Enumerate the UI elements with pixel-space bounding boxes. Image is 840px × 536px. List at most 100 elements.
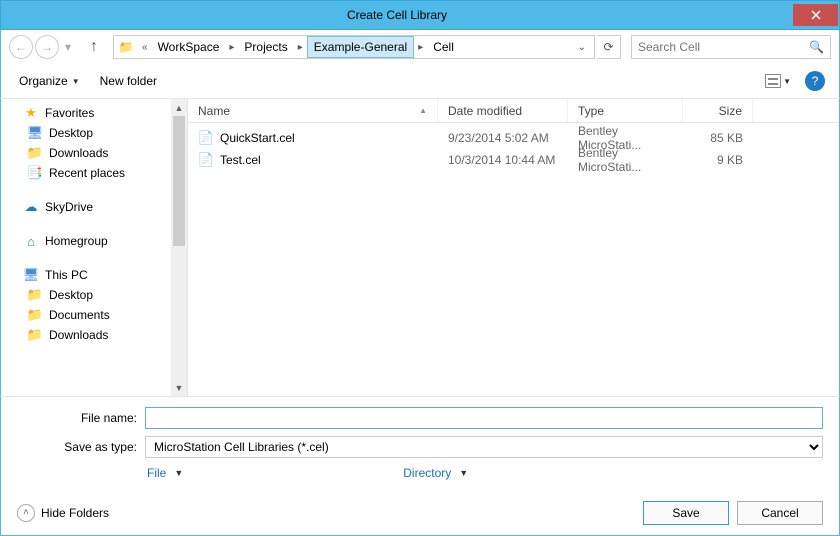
scroll-thumb[interactable] (173, 116, 185, 246)
chevron-down-icon: ▼ (783, 77, 791, 86)
save-type-label: Save as type: (17, 440, 137, 454)
addressbar[interactable]: 📁 « WorkSpace ▸ Projects ▸ Example-Gener… (113, 35, 595, 59)
organize-label: Organize (19, 74, 68, 88)
breadcrumb-example-general[interactable]: Example-General (307, 36, 414, 58)
star-icon: ★ (23, 105, 39, 121)
directory-menu-link[interactable]: Directory ▼ (403, 466, 468, 480)
tree-label: Desktop (49, 126, 93, 140)
file-name-input[interactable] (145, 407, 823, 429)
chevron-up-icon: ˄ (17, 504, 35, 522)
chevron-down-icon: ▼ (72, 77, 80, 86)
nav-tree: ★ Favorites 🖥 Desktop 📁 Downloads 📑 Rece… (1, 99, 171, 396)
forward-button[interactable]: → (35, 35, 59, 59)
save-button[interactable]: Save (643, 501, 729, 525)
breadcrumb-chevron[interactable]: ▸ (294, 36, 307, 58)
tree-label: Downloads (49, 328, 108, 342)
main-area: ★ Favorites 🖥 Desktop 📁 Downloads 📑 Rece… (0, 98, 840, 396)
tree-homegroup[interactable]: ⌂ Homegroup (9, 231, 171, 251)
tree-label: Favorites (45, 106, 94, 120)
breadcrumb-projects[interactable]: Projects (238, 36, 293, 58)
recent-icon: 📑 (27, 165, 43, 181)
pc-icon: 🖥 (23, 267, 39, 283)
folder-icon: 📁 (27, 287, 43, 303)
column-header-name[interactable]: Name ▲ (188, 99, 438, 122)
searchbox[interactable]: 🔍 (631, 35, 831, 59)
folder-icon: 📁 (27, 327, 43, 343)
tree-label: Documents (49, 308, 110, 322)
scroll-track[interactable] (171, 116, 187, 379)
address-dropdown-button[interactable]: ⌄ (570, 42, 594, 53)
tree-favorites[interactable]: ★ Favorites (9, 103, 171, 123)
file-row[interactable]: 📄 QuickStart.cel 9/23/2014 5:02 AM Bentl… (188, 127, 839, 149)
homegroup-icon: ⌂ (23, 233, 39, 249)
breadcrumb-chevron[interactable]: ▸ (225, 36, 238, 58)
file-rows: 📄 QuickStart.cel 9/23/2014 5:02 AM Bentl… (188, 123, 839, 396)
file-date: 9/23/2014 5:02 AM (438, 131, 568, 145)
tree-label: Desktop (49, 288, 93, 302)
file-name-label: File name: (17, 411, 137, 425)
titlebar: Create Cell Library (0, 0, 840, 30)
file-list-header: Name ▲ Date modified Type Size (188, 99, 839, 123)
up-button[interactable]: ↑ (83, 36, 105, 58)
column-header-date[interactable]: Date modified (438, 99, 568, 122)
organize-button[interactable]: Organize ▼ (9, 70, 90, 92)
close-button[interactable] (793, 4, 838, 26)
scroll-down-button[interactable]: ▼ (171, 379, 187, 396)
column-header-type[interactable]: Type (568, 99, 683, 122)
folder-icon: 📁 (27, 307, 43, 323)
file-name: Test.cel (220, 153, 261, 167)
file-date: 10/3/2014 10:44 AM (438, 153, 568, 167)
tree-scrollbar[interactable]: ▲ ▼ (171, 99, 188, 396)
chevron-down-icon: ▼ (174, 468, 183, 478)
save-type-select[interactable]: MicroStation Cell Libraries (*.cel) (145, 436, 823, 458)
new-folder-button[interactable]: New folder (90, 70, 167, 92)
tree-pc-downloads[interactable]: 📁 Downloads (9, 325, 171, 345)
file-row[interactable]: 📄 Test.cel 10/3/2014 10:44 AM Bentley Mi… (188, 149, 839, 171)
help-button[interactable]: ? (805, 71, 825, 91)
breadcrumb-chevron[interactable]: ▸ (414, 36, 427, 58)
column-header-size[interactable]: Size (683, 99, 753, 122)
form-area: File name: Save as type: MicroStation Ce… (0, 396, 840, 490)
file-list-area: Name ▲ Date modified Type Size 📄 QuickSt… (188, 99, 839, 396)
cancel-button[interactable]: Cancel (737, 501, 823, 525)
tree-desktop[interactable]: 🖥 Desktop (9, 123, 171, 143)
tree-label: Recent places (49, 166, 125, 180)
view-button[interactable]: ▼ (761, 72, 795, 90)
file-icon: 📄 (198, 130, 214, 146)
tree-downloads[interactable]: 📁 Downloads (9, 143, 171, 163)
history-dropdown-button[interactable]: ▾ (61, 35, 75, 59)
tree-thispc[interactable]: 🖥 This PC (9, 265, 171, 285)
breadcrumb-chevron[interactable]: « (138, 36, 152, 58)
cloud-icon: ☁ (23, 199, 39, 215)
file-name: QuickStart.cel (220, 131, 295, 145)
breadcrumb-cell[interactable]: Cell (427, 36, 460, 58)
file-menu-link[interactable]: File ▼ (147, 466, 183, 480)
file-size: 85 KB (683, 131, 753, 145)
tree-label: This PC (45, 268, 88, 282)
breadcrumb-workspace[interactable]: WorkSpace (152, 36, 226, 58)
tree-skydrive[interactable]: ☁ SkyDrive (9, 197, 171, 217)
search-icon: 🔍 (809, 40, 824, 54)
file-type: Bentley MicroStati... (568, 146, 683, 174)
back-button[interactable]: ← (9, 35, 33, 59)
navbar: ← → ▾ ↑ 📁 « WorkSpace ▸ Projects ▸ Examp… (0, 30, 840, 64)
tree-pc-documents[interactable]: 📁 Documents (9, 305, 171, 325)
scroll-up-button[interactable]: ▲ (171, 99, 187, 116)
tree-recent-places[interactable]: 📑 Recent places (9, 163, 171, 183)
toolbar: Organize ▼ New folder ▼ ? (0, 64, 840, 98)
tree-label: Downloads (49, 146, 108, 160)
view-icon (765, 74, 781, 88)
close-icon (811, 10, 821, 20)
desktop-icon: 🖥 (27, 125, 43, 141)
file-size: 9 KB (683, 153, 753, 167)
sort-indicator-icon: ▲ (419, 106, 427, 115)
hide-folders-button[interactable]: ˄ Hide Folders (17, 504, 109, 522)
refresh-button[interactable]: ⟳ (597, 35, 621, 59)
chevron-down-icon: ▼ (459, 468, 468, 478)
tree-label: SkyDrive (45, 200, 93, 214)
hide-folders-label: Hide Folders (41, 506, 109, 520)
tree-pc-desktop[interactable]: 📁 Desktop (9, 285, 171, 305)
tree-label: Homegroup (45, 234, 108, 248)
search-input[interactable] (638, 40, 809, 54)
window-title: Create Cell Library (1, 8, 793, 22)
